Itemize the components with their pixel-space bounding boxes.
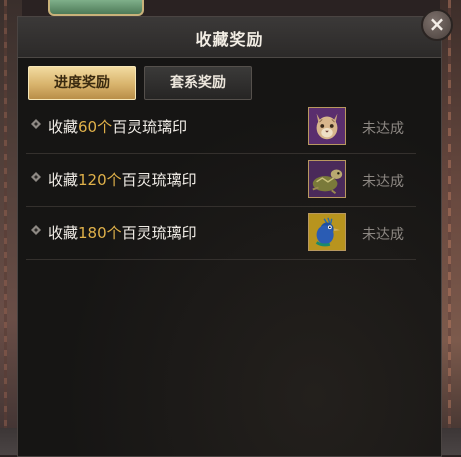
reward-prefix: 收藏 bbox=[48, 224, 79, 242]
reward-prefix: 收藏 bbox=[48, 118, 79, 136]
reward-suffix: 百灵琉璃印 bbox=[112, 118, 188, 136]
lynx-icon[interactable] bbox=[308, 107, 346, 145]
reward-count: 180个 bbox=[78, 224, 122, 242]
reward-row: 收藏120个百灵琉璃印 未达成 bbox=[26, 154, 416, 207]
diamond-bullet-icon bbox=[31, 225, 41, 235]
tab-set-reward[interactable]: 套系奖励 bbox=[144, 66, 252, 100]
reward-row: 收藏180个百灵琉璃印 未达成 bbox=[26, 207, 416, 260]
background-item-frame bbox=[48, 0, 144, 16]
background-right-scene bbox=[440, 0, 461, 455]
reward-label: 收藏60个百灵琉璃印 bbox=[48, 116, 187, 137]
panel-title: 收藏奖励 bbox=[195, 30, 264, 49]
reward-suffix: 百灵琉璃印 bbox=[121, 224, 197, 242]
reward-status: 未达成 bbox=[362, 121, 404, 137]
reward-label: 收藏120个百灵琉璃印 bbox=[48, 169, 197, 190]
turtle-icon[interactable] bbox=[308, 160, 346, 198]
reward-count: 120个 bbox=[78, 171, 122, 189]
panel-header: 收藏奖励 bbox=[18, 17, 441, 58]
reward-status: 未达成 bbox=[362, 174, 404, 190]
diamond-bullet-icon bbox=[31, 119, 41, 129]
reward-label: 收藏180个百灵琉璃印 bbox=[48, 222, 197, 243]
diamond-bullet-icon bbox=[31, 172, 41, 182]
reward-row: 收藏60个百灵琉璃印 未达成 bbox=[26, 101, 416, 154]
reward-count: 60个 bbox=[78, 118, 113, 136]
reward-suffix: 百灵琉璃印 bbox=[121, 171, 197, 189]
reward-status: 未达成 bbox=[362, 227, 404, 243]
tab-progress-reward[interactable]: 进度奖励 bbox=[28, 66, 136, 100]
reward-prefix: 收藏 bbox=[48, 171, 79, 189]
close-button[interactable]: × bbox=[421, 9, 453, 41]
peacock-icon[interactable] bbox=[308, 213, 346, 251]
panel-body: 进度奖励 套系奖励 收藏60个百灵琉璃印 未达成 收藏120个百灵琉璃印 未达成… bbox=[18, 58, 441, 456]
collection-reward-panel: 收藏奖励 × 进度奖励 套系奖励 收藏60个百灵琉璃印 未达成 收藏120个百灵… bbox=[17, 9, 453, 457]
